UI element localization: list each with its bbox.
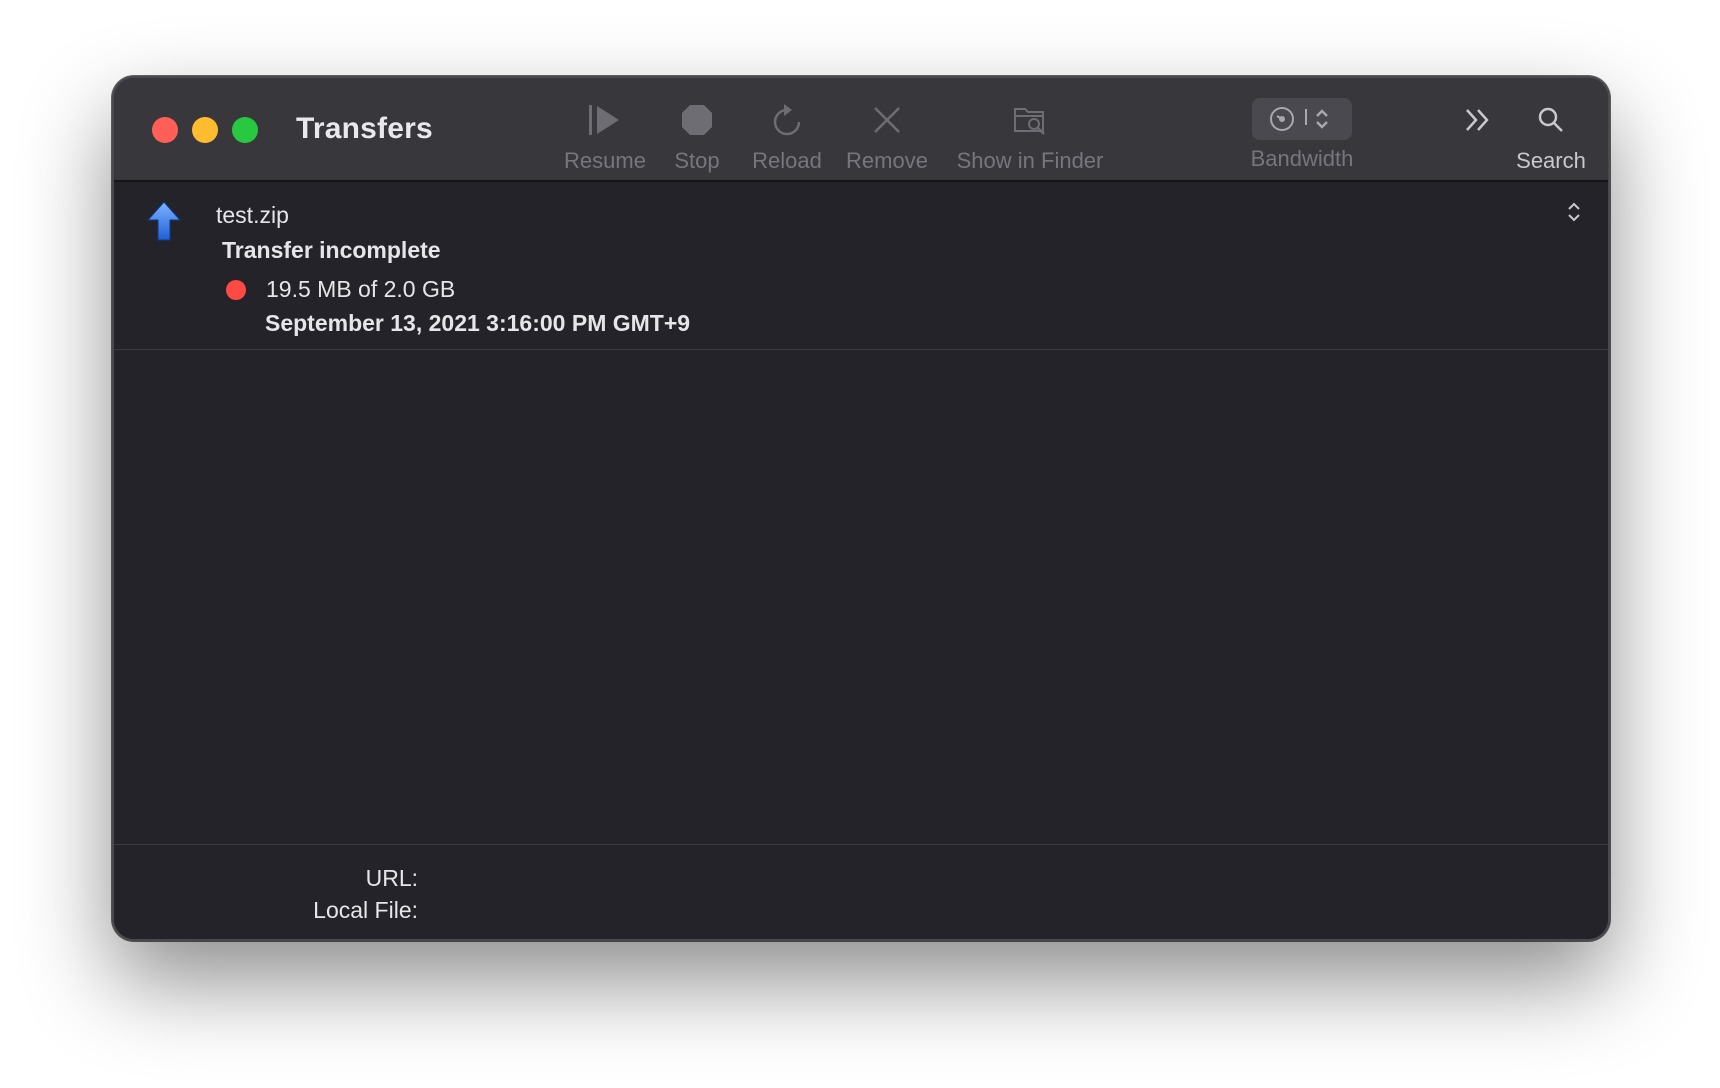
minimize-window-button[interactable] bbox=[192, 117, 218, 143]
reload-button[interactable]: Reload bbox=[744, 98, 830, 178]
reload-label: Reload bbox=[752, 148, 822, 173]
stop-label: Stop bbox=[674, 148, 720, 173]
toolbar-overflow-button[interactable] bbox=[1456, 98, 1500, 178]
stop-icon bbox=[675, 98, 719, 142]
upload-arrow-icon bbox=[146, 200, 182, 244]
transfer-status: Transfer incomplete bbox=[222, 237, 441, 263]
remove-button[interactable]: Remove bbox=[842, 98, 932, 178]
transfer-date: September 13, 2021 3:16:00 PM GMT+9 bbox=[265, 310, 691, 336]
play-icon bbox=[583, 98, 627, 142]
search-button[interactable]: Search bbox=[1506, 98, 1596, 178]
chevron-double-right-icon bbox=[1456, 98, 1500, 142]
close-window-button[interactable] bbox=[152, 117, 178, 143]
search-label: Search bbox=[1516, 148, 1586, 173]
maximize-window-button[interactable] bbox=[232, 117, 258, 143]
transfers-window: Transfers Resume Stop Reload Remove Show… bbox=[112, 76, 1610, 941]
reload-icon bbox=[765, 98, 809, 142]
remove-label: Remove bbox=[846, 148, 928, 173]
resume-label: Resume bbox=[564, 148, 646, 173]
stop-button[interactable]: Stop bbox=[662, 98, 732, 178]
chevron-up-down-icon[interactable] bbox=[1564, 200, 1584, 224]
folder-search-icon bbox=[1008, 98, 1052, 142]
toolbar: Transfers Resume Stop Reload Remove Show… bbox=[114, 78, 1608, 182]
close-x-icon bbox=[865, 98, 909, 142]
chevron-up-down-icon bbox=[1316, 109, 1328, 129]
gauge-icon bbox=[1270, 107, 1294, 131]
bandwidth-popup[interactable]: Bandwidth bbox=[1232, 98, 1372, 178]
show-in-finder-button[interactable]: Show in Finder bbox=[950, 98, 1110, 178]
show-in-finder-label: Show in Finder bbox=[956, 148, 1104, 173]
file-name: test.zip bbox=[216, 202, 289, 228]
bandwidth-label: Bandwidth bbox=[1250, 146, 1354, 171]
transfer-info-panel: URL: Local File: bbox=[114, 844, 1608, 939]
transfer-size: 19.5 MB of 2.0 GB bbox=[266, 276, 456, 302]
resume-button[interactable]: Resume bbox=[560, 98, 650, 178]
bandwidth-control[interactable] bbox=[1252, 98, 1352, 140]
url-label: URL: bbox=[365, 865, 418, 891]
window-title: Transfers bbox=[296, 112, 433, 145]
transfer-row[interactable]: test.zip Transfer incomplete 19.5 MB of … bbox=[114, 182, 1608, 350]
status-dot-icon bbox=[226, 280, 246, 300]
local-file-label: Local File: bbox=[313, 897, 418, 923]
search-icon bbox=[1529, 98, 1573, 142]
